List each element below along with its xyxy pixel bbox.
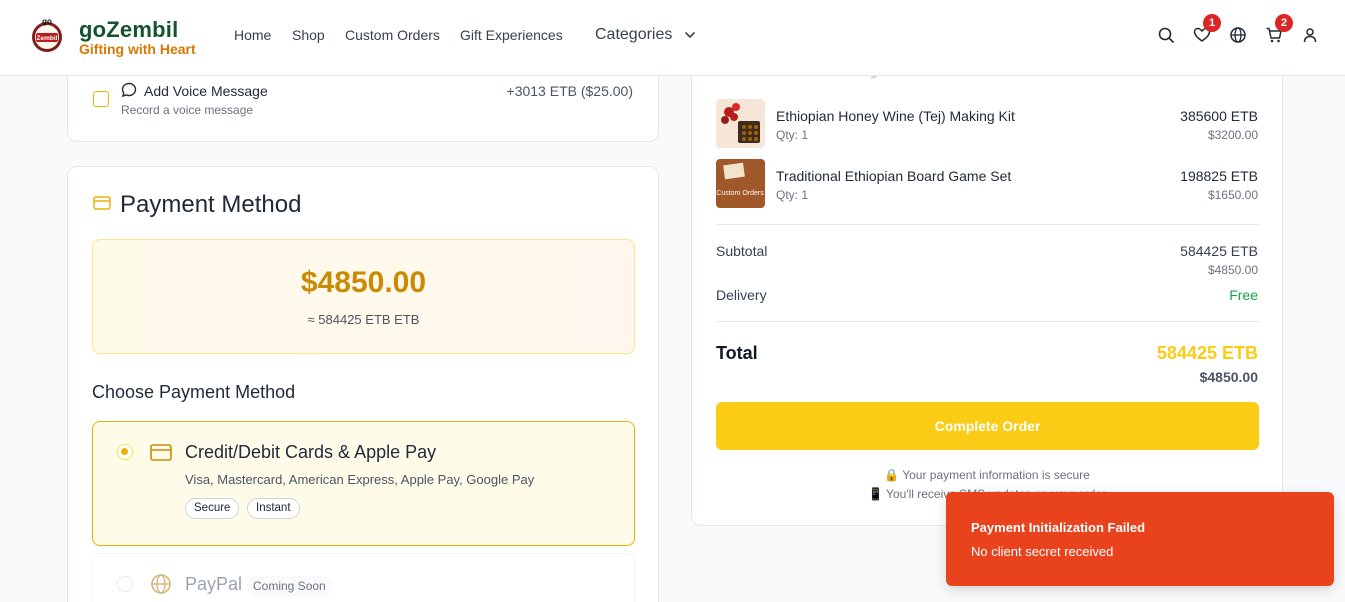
toast-message: No client secret received	[971, 544, 1114, 559]
payment-option-card[interactable]: Credit/Debit Cards & Apple Pay Visa, Mas…	[92, 421, 635, 546]
nav-shop[interactable]: Shop	[292, 27, 325, 43]
total-usd: $4850.00	[1199, 369, 1258, 385]
toast-title: Payment Initialization Failed	[971, 520, 1146, 535]
logo-badge-top: go	[42, 17, 52, 26]
payment-option-card-title: Credit/Debit Cards & Apple Pay	[185, 442, 437, 462]
globe-icon	[151, 574, 171, 594]
chevron-down-icon[interactable]	[684, 30, 696, 40]
payment-option-paypal-radio[interactable]	[117, 576, 133, 592]
complete-order-button[interactable]: Complete Order	[716, 402, 1259, 450]
brand-name[interactable]: goZembil	[79, 17, 178, 43]
item-name: Traditional Ethiopian Board Game Set	[776, 168, 1012, 184]
payment-option-card-subtitle: Visa, Mastercard, American Express, Appl…	[185, 472, 535, 487]
nav-home[interactable]: Home	[234, 27, 271, 43]
secure-tag: Secure	[185, 498, 240, 519]
nav-gift-experiences[interactable]: Gift Experiences	[460, 27, 563, 43]
voice-message-price: +3013 ETB ($25.00)	[506, 83, 633, 99]
payment-option-paypal-title: PayPal	[185, 574, 243, 594]
item-name: Ethiopian Honey Wine (Tej) Making Kit	[776, 108, 1015, 124]
voice-message-checkbox[interactable]	[93, 91, 109, 107]
nav-categories[interactable]: Categories	[595, 26, 672, 44]
site-header: go Zembil goZembil Gifting with Heart Ho…	[0, 0, 1345, 76]
logo-badge-icon[interactable]: go Zembil	[31, 15, 63, 53]
payment-method-card: Payment Method $4850.00 ≈ 584425 ETB ETB…	[67, 166, 659, 602]
item-price-usd: $3200.00	[1207, 128, 1258, 142]
item-price-etb: 385600 ETB	[1180, 108, 1258, 124]
nav-custom-orders[interactable]: Custom Orders	[345, 27, 440, 43]
choose-payment-title: Choose Payment Method	[92, 382, 296, 402]
instant-tag: Instant	[247, 498, 300, 519]
item-image-text: Custom Orders	[716, 190, 764, 197]
cart-count-badge: 2	[1275, 14, 1293, 32]
credit-card-icon	[93, 196, 111, 210]
voice-message-title: Add Voice Message	[144, 83, 268, 99]
globe-icon[interactable]	[1229, 26, 1247, 44]
payment-method-title: Payment Method	[120, 191, 302, 218]
subtotal-usd: $4850.00	[1207, 263, 1258, 277]
secure-note: 🔒 Your payment information is secure	[884, 468, 1090, 482]
item-qty: Qty: 1	[776, 128, 809, 142]
brand-tagline: Gifting with Heart	[79, 41, 196, 57]
error-toast[interactable]: Payment Initialization Failed No client …	[946, 492, 1334, 586]
delivery-value: Free	[1229, 287, 1258, 303]
product-image[interactable]	[716, 99, 765, 148]
payment-amount-box: $4850.00 ≈ 584425 ETB ETB	[92, 239, 635, 354]
order-summary-card: Order Summary Ethiopian Honey Wine (Tej)…	[691, 40, 1283, 526]
voice-message-subtitle: Record a voice message	[121, 103, 254, 117]
credit-card-icon	[150, 444, 172, 461]
payment-option-paypal[interactable]: PayPal Coming Soon	[92, 553, 635, 602]
item-price-etb: 198825 ETB	[1180, 168, 1258, 184]
coming-soon-badge: Coming Soon	[247, 576, 332, 597]
search-icon[interactable]	[1157, 26, 1175, 44]
subtotal-label: Subtotal	[716, 243, 768, 259]
payment-amount-usd: $4850.00	[300, 266, 427, 299]
message-circle-icon	[121, 82, 137, 97]
divider	[716, 224, 1259, 225]
item-qty: Qty: 1	[776, 188, 809, 202]
delivery-label: Delivery	[716, 287, 767, 303]
total-etb: 584425 ETB	[1156, 343, 1258, 363]
payment-amount-etb: ≈ 584425 ETB ETB	[307, 312, 420, 327]
wishlist-count-badge: 1	[1203, 14, 1221, 32]
user-icon[interactable]	[1301, 26, 1319, 44]
logo-badge-bottom: Zembil	[37, 35, 58, 42]
payment-option-card-radio[interactable]	[117, 444, 133, 460]
item-price-usd: $1650.00	[1207, 188, 1258, 202]
product-image[interactable]: Custom Orders	[716, 159, 765, 208]
divider	[716, 321, 1259, 322]
total-label: Total	[716, 343, 758, 363]
subtotal-etb: 584425 ETB	[1180, 243, 1258, 259]
